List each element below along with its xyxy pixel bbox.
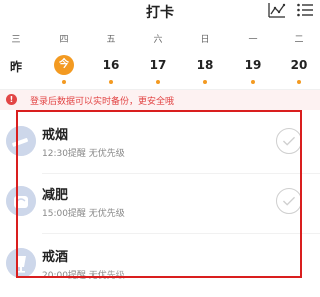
weekday-label: 一 <box>248 35 258 45</box>
day-19[interactable]: 19 <box>238 58 268 72</box>
notice-text: 登录后数据可以实时备份，更安全哦 <box>30 97 175 107</box>
list-icon[interactable] <box>297 3 313 17</box>
day-today[interactable]: 今 <box>54 55 74 75</box>
weekday-label: 三 <box>11 35 21 45</box>
weekday-label: 二 <box>294 35 304 45</box>
day-18[interactable]: 18 <box>190 58 220 72</box>
weekday-label: 四 <box>59 35 69 45</box>
day-dot <box>109 80 113 84</box>
weekday-label: 六 <box>153 35 163 45</box>
header-bar: 打卡 <box>0 0 320 24</box>
day-17[interactable]: 17 <box>143 58 173 72</box>
weekday-label: 五 <box>106 35 116 45</box>
day-dot <box>251 80 255 84</box>
day-20[interactable]: 20 <box>284 58 314 72</box>
day-dot <box>156 80 160 84</box>
day-yesterday[interactable]: 昨 <box>1 58 31 75</box>
highlight-annotation <box>16 110 302 278</box>
day-16[interactable]: 16 <box>96 58 126 72</box>
login-notice[interactable]: ! 登录后数据可以实时备份，更安全哦 <box>0 90 320 110</box>
day-dot <box>62 80 66 84</box>
day-dot <box>297 80 301 84</box>
exclamation-icon: ! <box>6 94 17 105</box>
line-chart-icon[interactable] <box>268 2 286 18</box>
weekday-label: 日 <box>200 35 210 45</box>
day-dot <box>203 80 207 84</box>
